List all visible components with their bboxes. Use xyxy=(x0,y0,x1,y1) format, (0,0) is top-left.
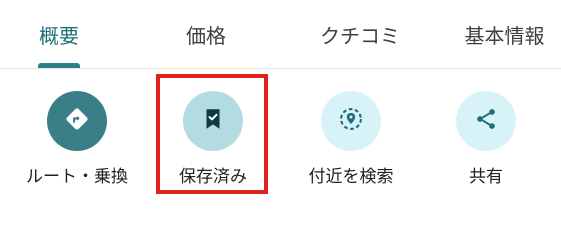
share-button[interactable]: 共有 xyxy=(446,91,526,187)
share-icon xyxy=(473,106,499,136)
tab-basic-info[interactable]: 基本情報 xyxy=(448,0,561,68)
share-circle xyxy=(456,91,516,151)
tab-price-label: 価格 xyxy=(186,23,226,48)
nearby-search-icon xyxy=(337,105,365,137)
share-label: 共有 xyxy=(469,167,503,187)
directions-button[interactable]: ルート・乗換 xyxy=(16,91,138,187)
directions-label: ルート・乗換 xyxy=(26,167,128,187)
search-nearby-label: 付近を検索 xyxy=(308,167,394,187)
active-tab-indicator xyxy=(38,63,80,68)
tab-price[interactable]: 価格 xyxy=(150,0,262,68)
directions-circle xyxy=(47,91,107,151)
tab-reviews-label: クチコミ xyxy=(320,23,400,48)
tab-basic-info-label: 基本情報 xyxy=(464,23,545,48)
tab-overview[interactable]: 概要 xyxy=(0,0,118,68)
tab-bar: 概要 価格 クチコミ 基本情報 xyxy=(0,0,561,69)
tab-reviews[interactable]: クチコミ xyxy=(298,0,422,68)
directions-icon xyxy=(63,105,91,137)
search-nearby-circle xyxy=(321,91,381,151)
saved-highlight-box xyxy=(156,74,268,194)
tab-overview-label: 概要 xyxy=(39,23,79,48)
search-nearby-button[interactable]: 付近を検索 xyxy=(296,91,406,187)
